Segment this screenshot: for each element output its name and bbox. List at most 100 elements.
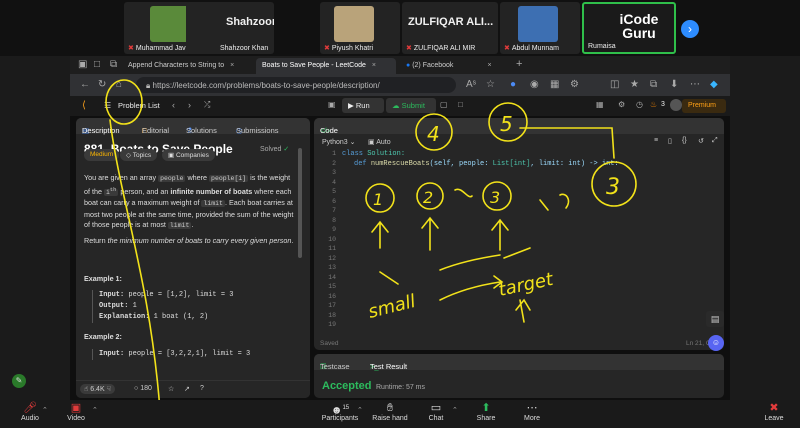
saved-status: Saved — [320, 340, 339, 347]
avatar[interactable] — [670, 99, 682, 111]
help-icon[interactable]: ? — [200, 385, 204, 392]
avatar — [518, 6, 558, 42]
new-tab-icon[interactable]: + — [516, 58, 522, 70]
auto-toggle[interactable]: ▣ Auto — [368, 138, 391, 146]
favorite-icon[interactable]: ☆ — [486, 79, 495, 90]
extension-icon[interactable]: ● — [510, 79, 516, 90]
close-icon[interactable]: × — [372, 62, 376, 69]
line-number: 5 — [332, 188, 336, 195]
share-icon[interactable]: ↗ — [184, 385, 190, 393]
back-icon[interactable]: ← — [80, 79, 90, 90]
extension-icon[interactable]: ▦ — [550, 79, 559, 90]
workspaces-icon[interactable]: □ — [94, 59, 100, 70]
participant-name: Rumaisa — [588, 43, 616, 50]
fullscreen-icon[interactable]: ⤢ — [712, 137, 718, 145]
run-button[interactable]: ▶ Run — [342, 98, 384, 113]
favorite-icon[interactable]: ☆ — [168, 385, 174, 393]
difficulty-badge[interactable]: Medium — [84, 149, 120, 161]
tab-bar: ▣ □ ⧉ Append Characters to String to × Bo… — [70, 56, 730, 74]
example-2-block: Input: people = [3,2,2,1], limit = 3 — [92, 349, 306, 360]
thumbs-down-icon[interactable]: ☟ — [107, 386, 111, 393]
reset-icon[interactable]: ↺ — [698, 137, 704, 145]
participant-gallery: ✖Muhammad Javed Shahzoor Khan Shahzoor K… — [0, 0, 800, 56]
home-icon[interactable]: ⌂ — [116, 79, 122, 90]
code-editor[interactable]: 1 2 3 4 5 6 7 8 9 10 11 12 13 14 15 16 17 18 19 class Solu… — [314, 150, 724, 330]
url-input[interactable]: 🔒︎ https://leetcode.com/problems/boats-t… — [136, 77, 456, 93]
scrollbar[interactable] — [298, 148, 302, 258]
shuffle-icon[interactable]: ⤮ — [204, 100, 210, 110]
participant-tile[interactable]: Shahzoor Khan Shahzoor Khan — [186, 2, 274, 54]
companies-tag[interactable]: ▣ Companies — [162, 149, 215, 161]
test-tabs: ☑ Testcase >_ Test Result — [314, 354, 724, 371]
comments-button[interactable]: ○ 180 — [134, 385, 152, 392]
address-bar: ← ↻ ⌂ 🔒︎ https://leetcode.com/problems/b… — [70, 74, 730, 96]
problem-list-link[interactable]: Problem List — [118, 101, 160, 110]
layout-icon[interactable]: ▦ — [596, 100, 604, 109]
notes-icon[interactable]: ▢ — [440, 100, 448, 109]
participant-tile-active-speaker[interactable]: iCode Guru Rumaisa — [582, 2, 676, 54]
topics-tag[interactable]: ◇ Topics — [120, 149, 158, 161]
runtime-text: Runtime: 57 ms — [376, 384, 426, 391]
line-number: 9 — [332, 226, 336, 233]
line-number: 2 — [332, 159, 336, 167]
notes-side-button[interactable]: ▤ — [706, 311, 724, 327]
copilot-icon[interactable]: ◆ — [710, 79, 718, 90]
code-line: def numRescueBoats(self, people: List[in… — [354, 159, 619, 168]
tab-actions-icon[interactable]: ⧉ — [110, 59, 117, 70]
timer-icon[interactable]: ◷ — [636, 100, 643, 109]
extension-icon[interactable]: ⚙ — [570, 79, 579, 90]
read-aloud-icon[interactable]: Aˢ — [466, 79, 476, 90]
settings-icon[interactable]: ⚙ — [618, 100, 625, 109]
menu-icon[interactable]: ⋯ — [690, 79, 700, 90]
tab-facebook[interactable]: ● (2) Facebook × — [400, 58, 510, 74]
bookmark-icon[interactable]: ▯ — [668, 137, 672, 145]
lock-icon: 🔒︎ — [146, 81, 151, 90]
close-icon[interactable]: × — [487, 62, 491, 69]
tag-icon: ◇ — [126, 152, 131, 159]
extension-icon[interactable]: ◉ — [530, 79, 539, 90]
prev-problem-icon[interactable]: ‹ — [172, 100, 175, 110]
profile-icon[interactable]: ▣ — [78, 59, 87, 70]
solved-badge: Solved ✓ — [260, 146, 290, 153]
reload-icon[interactable]: ↻ — [98, 79, 106, 90]
muted-mic-icon: ✖ — [128, 45, 134, 52]
downloads-icon[interactable]: ⬇ — [670, 79, 678, 90]
annotate-button[interactable]: ✎ — [12, 374, 26, 388]
tab-append-characters[interactable]: Append Characters to String to × — [122, 58, 254, 74]
participant-name: ✖ Piyush Khatri — [324, 45, 374, 52]
participant-name: ✖ Abdul Munnam — [504, 45, 559, 52]
format-icon[interactable]: ≡ — [654, 137, 658, 144]
video-options-chevron-icon[interactable]: ⌃ — [92, 406, 98, 414]
streak-count: 3 — [661, 101, 665, 108]
participant-tile[interactable]: ✖ Piyush Khatri — [320, 2, 400, 54]
submit-button[interactable]: ☁ Submit — [386, 98, 436, 113]
split-screen-icon[interactable]: ◫ — [610, 79, 619, 90]
next-page-button[interactable]: › — [681, 20, 699, 38]
line-number: 13 — [328, 264, 336, 271]
favorites-bar-icon[interactable]: ★ — [630, 79, 639, 90]
debug-icon[interactable]: ▣ — [328, 100, 336, 109]
participant-tile[interactable]: ZULFIQAR ALI... ✖ ZULFIQAR ALI MIR — [402, 2, 498, 54]
example-2-title: Example 2: — [84, 332, 122, 341]
leave-button[interactable]: ✖ Leave — [744, 402, 800, 422]
language-select[interactable]: Python3 ⌄ — [322, 138, 356, 146]
collections-icon[interactable]: ⧉ — [650, 79, 657, 90]
problem-return: Return the minimum number of boats to ca… — [84, 236, 294, 245]
close-icon[interactable]: × — [230, 62, 234, 69]
comment-icon: ○ — [134, 385, 139, 392]
tab-boats-to-save-people[interactable]: Boats to Save People - LeetCode × — [256, 58, 396, 74]
description-tabs: ▤ Description □ Editorial ⚗ Solutions ◷ … — [76, 118, 310, 135]
comment-icon[interactable]: □ — [458, 100, 463, 109]
participant-tile[interactable]: ✖ Abdul Munnam — [500, 2, 580, 54]
line-number: 7 — [332, 207, 336, 214]
like-button[interactable]: ☝ 6.4K ☟ — [80, 384, 115, 394]
cursor-position: Ln 21, C — [686, 340, 711, 347]
leetcode-logo-icon[interactable]: ⟨ — [82, 100, 86, 111]
avatar — [334, 6, 374, 42]
braces-icon[interactable]: {} — [682, 137, 687, 144]
discord-button[interactable]: ☺ — [708, 335, 724, 351]
next-problem-icon[interactable]: › — [188, 100, 191, 110]
more-button[interactable]: ⋯ More — [502, 402, 562, 422]
line-number: 4 — [332, 178, 336, 186]
premium-button[interactable]: Premium — [682, 99, 726, 113]
